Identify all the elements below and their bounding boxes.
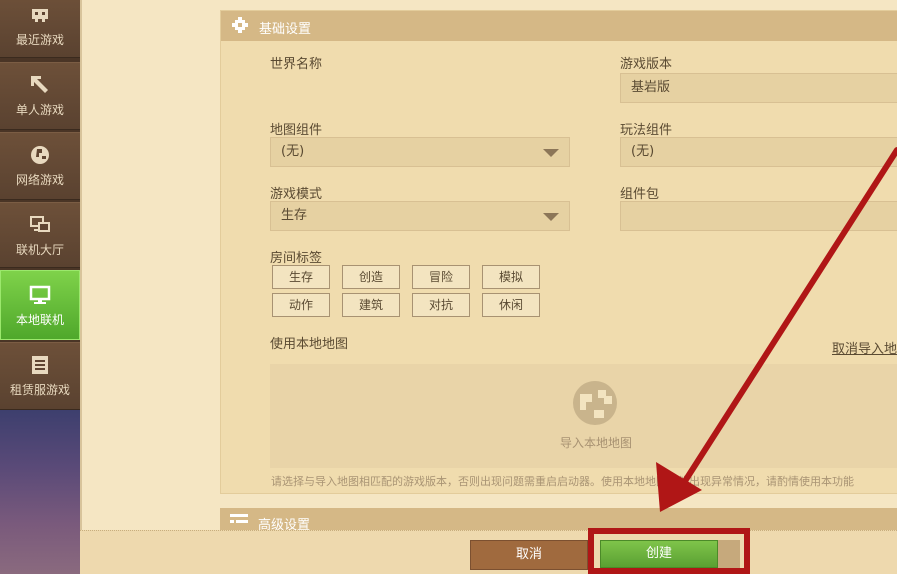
chevron-down-icon — [543, 213, 559, 221]
sidebar-item-label: 租赁服游戏 — [9, 383, 70, 397]
tag-adventure[interactable]: 冒险 — [412, 265, 470, 289]
sidebar-item-label: 联机大厅 — [15, 243, 64, 257]
main-panel: 基础设置 世界名称 游戏版本 基岩版 地图组件 (无) 玩法组件 (无) 游戏模… — [80, 0, 897, 530]
game-version-select[interactable]: 基岩版 — [620, 73, 897, 103]
advanced-settings-title: 高级设置 — [258, 518, 311, 530]
sidebar-item-local-multiplayer[interactable]: 本地联机 — [0, 270, 80, 340]
sidebar-item-online-games[interactable]: 网络游戏 — [0, 132, 80, 200]
local-map-label: 使用本地地图 — [270, 337, 349, 352]
sidebar-item-label: 单人游戏 — [15, 103, 64, 117]
chevron-down-icon — [543, 149, 559, 157]
annotation-highlight-box — [588, 528, 750, 574]
sidebar-background-art — [0, 410, 80, 574]
tag-creative[interactable]: 创造 — [342, 265, 400, 289]
server-list-icon — [32, 356, 48, 374]
basic-settings-title: 基础设置 — [259, 22, 312, 37]
room-tags-label: 房间标签 — [270, 251, 323, 266]
cancel-import-link[interactable]: 取消导入地 — [832, 338, 897, 357]
tag-survival[interactable]: 生存 — [272, 265, 330, 289]
game-mode-select[interactable]: 生存 — [270, 201, 570, 231]
map-component-select[interactable]: (无) — [270, 137, 570, 167]
basic-settings-panel: 基础设置 世界名称 游戏版本 基岩版 地图组件 (无) 玩法组件 (无) 游戏模… — [220, 10, 897, 494]
world-name-input[interactable] — [270, 75, 570, 105]
sidebar-item-lobby[interactable]: 联机大厅 — [0, 202, 80, 268]
sidebar-item-label: 最近游戏 — [15, 33, 64, 47]
tag-action[interactable]: 动作 — [272, 293, 330, 317]
sidebar-item-label: 网络游戏 — [15, 173, 64, 187]
globe-icon — [31, 146, 49, 164]
monitor-icon — [29, 285, 51, 304]
pickaxe-icon — [31, 76, 48, 93]
tag-building[interactable]: 建筑 — [342, 293, 400, 317]
component-pack-label: 组件包 — [620, 187, 660, 202]
game-version-label: 游戏版本 — [620, 57, 673, 72]
tag-simulation[interactable]: 模拟 — [482, 265, 540, 289]
sidebar: 最近游戏 单人游戏 网络游戏 联机大厅 本地联机 租赁服游戏 — [0, 0, 80, 574]
globe-icon — [573, 381, 617, 425]
sidebar-item-single-player[interactable]: 单人游戏 — [0, 62, 80, 130]
play-component-value: (无) — [631, 144, 655, 159]
tag-pvp[interactable]: 对抗 — [412, 293, 470, 317]
import-local-map-label: 导入本地地图 — [560, 436, 633, 450]
import-local-map-dropzone[interactable]: 导入本地地图 — [270, 364, 897, 468]
cancel-button[interactable]: 取消 — [470, 540, 588, 570]
map-component-label: 地图组件 — [270, 123, 323, 138]
tag-casual[interactable]: 休闲 — [482, 293, 540, 317]
advanced-settings-header[interactable]: 高级设置 — [220, 508, 897, 530]
sidebar-item-recent-games[interactable]: 最近游戏 — [0, 0, 80, 58]
play-component-select[interactable]: (无) — [620, 137, 897, 167]
import-hint-text: 请选择与导入地图相匹配的游戏版本，否则出现问题需重启启动器。使用本地地图可能出现… — [271, 475, 854, 488]
sidebar-item-rental-server[interactable]: 租赁服游戏 — [0, 342, 80, 410]
gamepad-icon — [32, 9, 48, 22]
world-name-label: 世界名称 — [270, 57, 323, 72]
network-icon — [30, 216, 50, 232]
component-pack-select[interactable] — [620, 201, 897, 231]
game-mode-value: 生存 — [281, 208, 308, 223]
basic-settings-header[interactable]: 基础设置 — [221, 11, 897, 41]
sidebar-item-label: 本地联机 — [15, 313, 64, 327]
play-component-label: 玩法组件 — [620, 123, 673, 138]
game-version-value: 基岩版 — [631, 80, 671, 95]
gear-icon — [232, 17, 248, 33]
list-icon — [230, 514, 248, 523]
game-mode-label: 游戏模式 — [270, 187, 323, 202]
map-component-value: (无) — [281, 144, 305, 159]
